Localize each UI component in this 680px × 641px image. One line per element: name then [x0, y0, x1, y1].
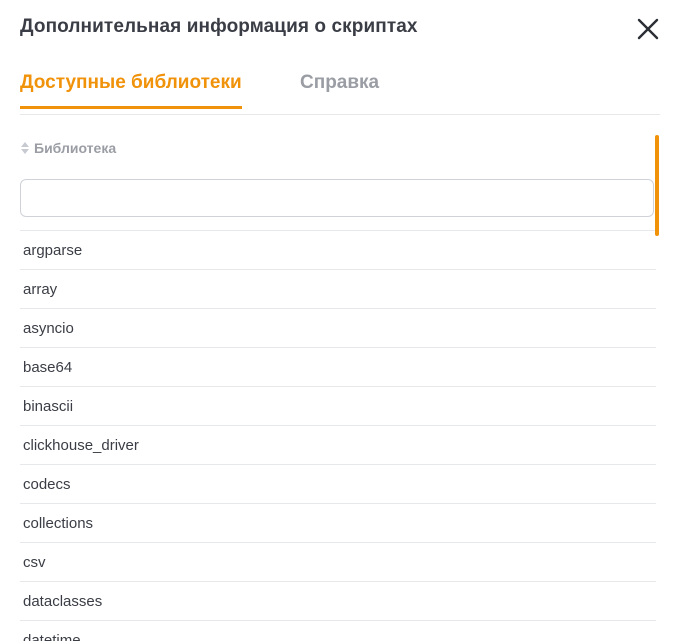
dialog-title: Дополнительная информация о скриптах	[20, 16, 418, 37]
close-icon[interactable]	[633, 14, 663, 44]
library-filter-input[interactable]	[20, 179, 654, 217]
list-item[interactable]: collections	[20, 504, 656, 543]
list-item[interactable]: datetime	[20, 621, 656, 641]
list-item[interactable]: array	[20, 270, 656, 309]
list-item[interactable]: dataclasses	[20, 582, 656, 621]
scripts-info-dialog: Дополнительная информация о скриптах Дос…	[0, 0, 680, 641]
list-item[interactable]: base64	[20, 348, 656, 387]
scrollbar-thumb[interactable]	[655, 135, 659, 236]
close-button[interactable]	[633, 14, 663, 44]
column-header-library[interactable]: Библиотека	[20, 138, 116, 158]
library-list: argparse array asyncio base64 binascii c…	[20, 230, 656, 641]
column-header-label: Библиотека	[34, 140, 117, 156]
libraries-panel: Библиотека argparse array asyncio base64…	[20, 130, 656, 641]
list-item[interactable]: argparse	[20, 231, 656, 270]
sort-icon[interactable]	[20, 141, 30, 155]
list-item[interactable]: codecs	[20, 465, 656, 504]
tab-bar: Доступные библиотеки Справка	[20, 66, 660, 115]
list-item[interactable]: clickhouse_driver	[20, 426, 656, 465]
list-item[interactable]: binascii	[20, 387, 656, 426]
tab-available-libraries[interactable]: Доступные библиотеки	[20, 72, 242, 109]
list-item[interactable]: asyncio	[20, 309, 656, 348]
dialog-header: Дополнительная информация о скриптах	[20, 14, 660, 44]
tab-help[interactable]: Справка	[300, 72, 379, 106]
list-item[interactable]: csv	[20, 543, 656, 582]
